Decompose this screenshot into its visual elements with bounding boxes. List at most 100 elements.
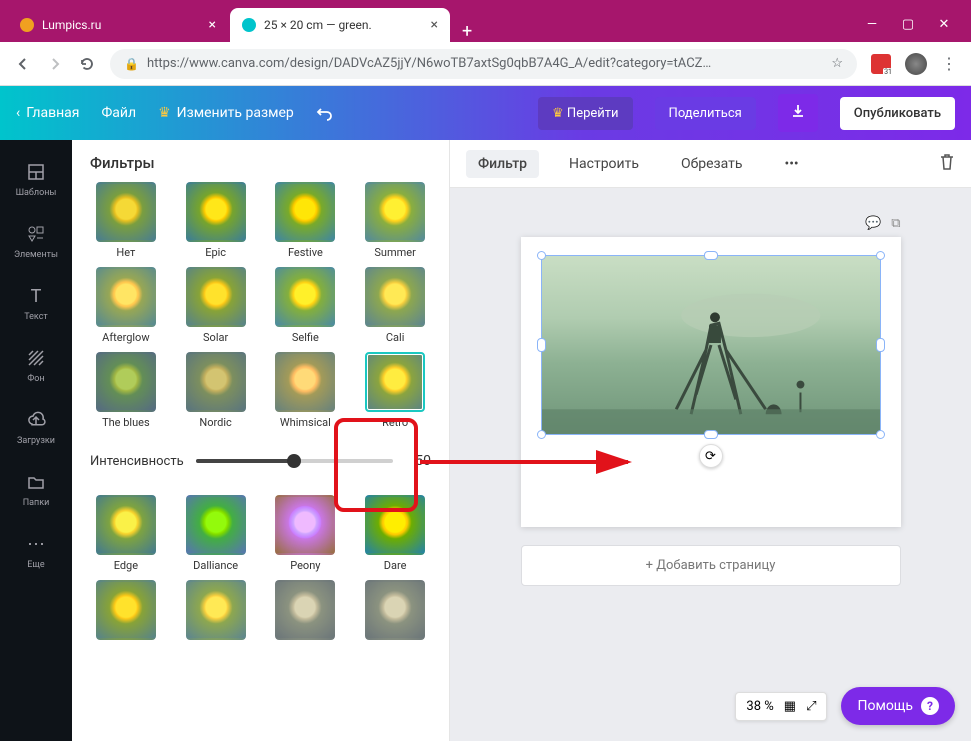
- filter-label: Festive: [288, 246, 323, 259]
- new-tab-button[interactable]: +: [452, 21, 482, 42]
- filter-item-whimsical[interactable]: Whimsical: [264, 352, 348, 429]
- filter-label: Selfie: [292, 331, 319, 344]
- filter-item-edge[interactable]: Edge: [84, 495, 168, 572]
- delete-button[interactable]: [939, 153, 955, 175]
- slider-handle[interactable]: [287, 454, 301, 468]
- home-button[interactable]: ‹Главная: [16, 105, 79, 121]
- folder-icon: [24, 470, 48, 494]
- filter-item-retro[interactable]: Retro: [353, 352, 437, 429]
- browser-tab-lumpics[interactable]: Lumpics.ru ×: [8, 8, 228, 42]
- resize-handle[interactable]: [876, 430, 885, 439]
- forward-button[interactable]: [46, 55, 64, 73]
- chevron-left-icon: ‹: [16, 105, 20, 121]
- filter-item-dare[interactable]: Dare: [353, 495, 437, 572]
- filter-item-partial[interactable]: [353, 580, 437, 644]
- add-page-button[interactable]: + Добавить страницу: [521, 545, 901, 586]
- filter-item-nordic[interactable]: Nordic: [174, 352, 258, 429]
- resize-handle[interactable]: [876, 251, 885, 260]
- grid-view-icon[interactable]: ▦: [784, 699, 796, 714]
- selection-box[interactable]: ⟳: [541, 255, 881, 435]
- sidebar-item-background[interactable]: Фон: [0, 336, 72, 394]
- filter-item-dalliance[interactable]: Dalliance: [174, 495, 258, 572]
- resize-button[interactable]: ♛Изменить размер: [158, 105, 294, 121]
- sidebar-item-more[interactable]: ⋯Еще: [0, 522, 72, 580]
- filter-item-partial[interactable]: [84, 580, 168, 644]
- rotate-handle[interactable]: ⟳: [699, 444, 723, 468]
- window-titlebar: Lumpics.ru × 25 × 20 cm — green. × + — ▢…: [0, 0, 971, 42]
- filter-thumbnail: [186, 580, 246, 640]
- context-crop-button[interactable]: Обрезать: [669, 150, 755, 178]
- back-button[interactable]: [14, 55, 32, 73]
- elements-icon: [24, 222, 48, 246]
- maximize-button[interactable]: ▢: [899, 17, 917, 32]
- canvas-scroll[interactable]: 💬 ⧉: [450, 188, 971, 741]
- filter-thumbnail: [275, 182, 335, 242]
- comment-icon[interactable]: 💬: [865, 216, 881, 231]
- filter-item-the-blues[interactable]: The blues: [84, 352, 168, 429]
- sidebar-item-uploads[interactable]: Загрузки: [0, 398, 72, 456]
- uploads-icon: [24, 408, 48, 432]
- canvas-page[interactable]: ⟳: [521, 237, 901, 527]
- workspace: Шаблоны Элементы TТекст Фон Загрузки Пап…: [0, 140, 971, 741]
- help-button[interactable]: Помощь?: [841, 687, 955, 725]
- sidebar-item-templates[interactable]: Шаблоны: [0, 150, 72, 208]
- browser-toolbar: 🔒 https://www.canva.com/design/DADVcAZ5j…: [0, 42, 971, 86]
- intensity-slider[interactable]: [196, 459, 393, 463]
- resize-handle[interactable]: [537, 251, 546, 260]
- extension-icon[interactable]: 31: [871, 54, 891, 74]
- side-nav: Шаблоны Элементы TТекст Фон Загрузки Пап…: [0, 140, 72, 741]
- close-icon[interactable]: ×: [209, 17, 216, 33]
- context-filter-button[interactable]: Фильтр: [466, 150, 539, 178]
- context-adjust-button[interactable]: Настроить: [557, 150, 651, 178]
- publish-button[interactable]: Опубликовать: [840, 97, 955, 130]
- resize-handle[interactable]: [704, 430, 718, 439]
- sidebar-item-text[interactable]: TТекст: [0, 274, 72, 332]
- filter-item-solar[interactable]: Solar: [174, 267, 258, 344]
- filter-item-epic[interactable]: Epic: [174, 182, 258, 259]
- resize-handle[interactable]: [537, 430, 546, 439]
- upgrade-button[interactable]: ♛ Перейти: [538, 97, 633, 130]
- context-more-button[interactable]: •••: [772, 150, 810, 178]
- fullscreen-icon[interactable]: ⤢: [806, 699, 816, 714]
- selected-image[interactable]: [542, 256, 880, 434]
- tab-favicon: [20, 18, 34, 32]
- resize-handle[interactable]: [537, 338, 546, 352]
- share-button[interactable]: Поделиться: [655, 97, 756, 130]
- address-bar[interactable]: 🔒 https://www.canva.com/design/DADVcAZ5j…: [110, 49, 857, 79]
- star-icon[interactable]: ☆: [831, 56, 843, 71]
- filter-item-partial[interactable]: [264, 580, 348, 644]
- filter-item-summer[interactable]: Summer: [353, 182, 437, 259]
- browser-tab-canva[interactable]: 25 × 20 cm — green. ×: [230, 8, 450, 42]
- bottom-controls: 38 % ▦ ⤢ Помощь?: [735, 687, 955, 725]
- duplicate-icon[interactable]: ⧉: [891, 216, 900, 231]
- filter-item-afterglow[interactable]: Afterglow: [84, 267, 168, 344]
- filter-item-cali[interactable]: Cali: [353, 267, 437, 344]
- filter-item-partial[interactable]: [174, 580, 258, 644]
- undo-button[interactable]: [316, 104, 334, 122]
- filter-label: Peony: [290, 559, 320, 572]
- filter-item-нет[interactable]: Нет: [84, 182, 168, 259]
- close-window-button[interactable]: ✕: [935, 17, 953, 32]
- filter-item-peony[interactable]: Peony: [264, 495, 348, 572]
- filter-scroll[interactable]: НетEpic Festive Summer Afterglow Solar Selfie…: [72, 182, 449, 741]
- filter-thumbnail: [365, 580, 425, 640]
- filter-item-selfie[interactable]: Selfie: [264, 267, 348, 344]
- minimize-button[interactable]: —: [863, 17, 881, 32]
- background-icon: [24, 346, 48, 370]
- app-toolbar: ‹Главная Файл ♛Изменить размер ♛ Перейти…: [0, 86, 971, 140]
- resize-handle[interactable]: [876, 338, 885, 352]
- profile-avatar[interactable]: [905, 53, 927, 75]
- resize-handle[interactable]: [704, 251, 718, 260]
- reload-button[interactable]: [78, 55, 96, 73]
- browser-menu-button[interactable]: ⋮: [941, 54, 957, 73]
- sidebar-item-elements[interactable]: Элементы: [0, 212, 72, 270]
- download-button[interactable]: [778, 94, 818, 132]
- close-icon[interactable]: ×: [431, 17, 438, 33]
- zoom-control[interactable]: 38 % ▦ ⤢: [735, 692, 827, 721]
- filter-thumbnail: [96, 267, 156, 327]
- file-menu[interactable]: Файл: [101, 105, 136, 121]
- filter-item-festive[interactable]: Festive: [264, 182, 348, 259]
- text-icon: T: [24, 284, 48, 308]
- filter-label: Afterglow: [102, 331, 149, 344]
- sidebar-item-folders[interactable]: Папки: [0, 460, 72, 518]
